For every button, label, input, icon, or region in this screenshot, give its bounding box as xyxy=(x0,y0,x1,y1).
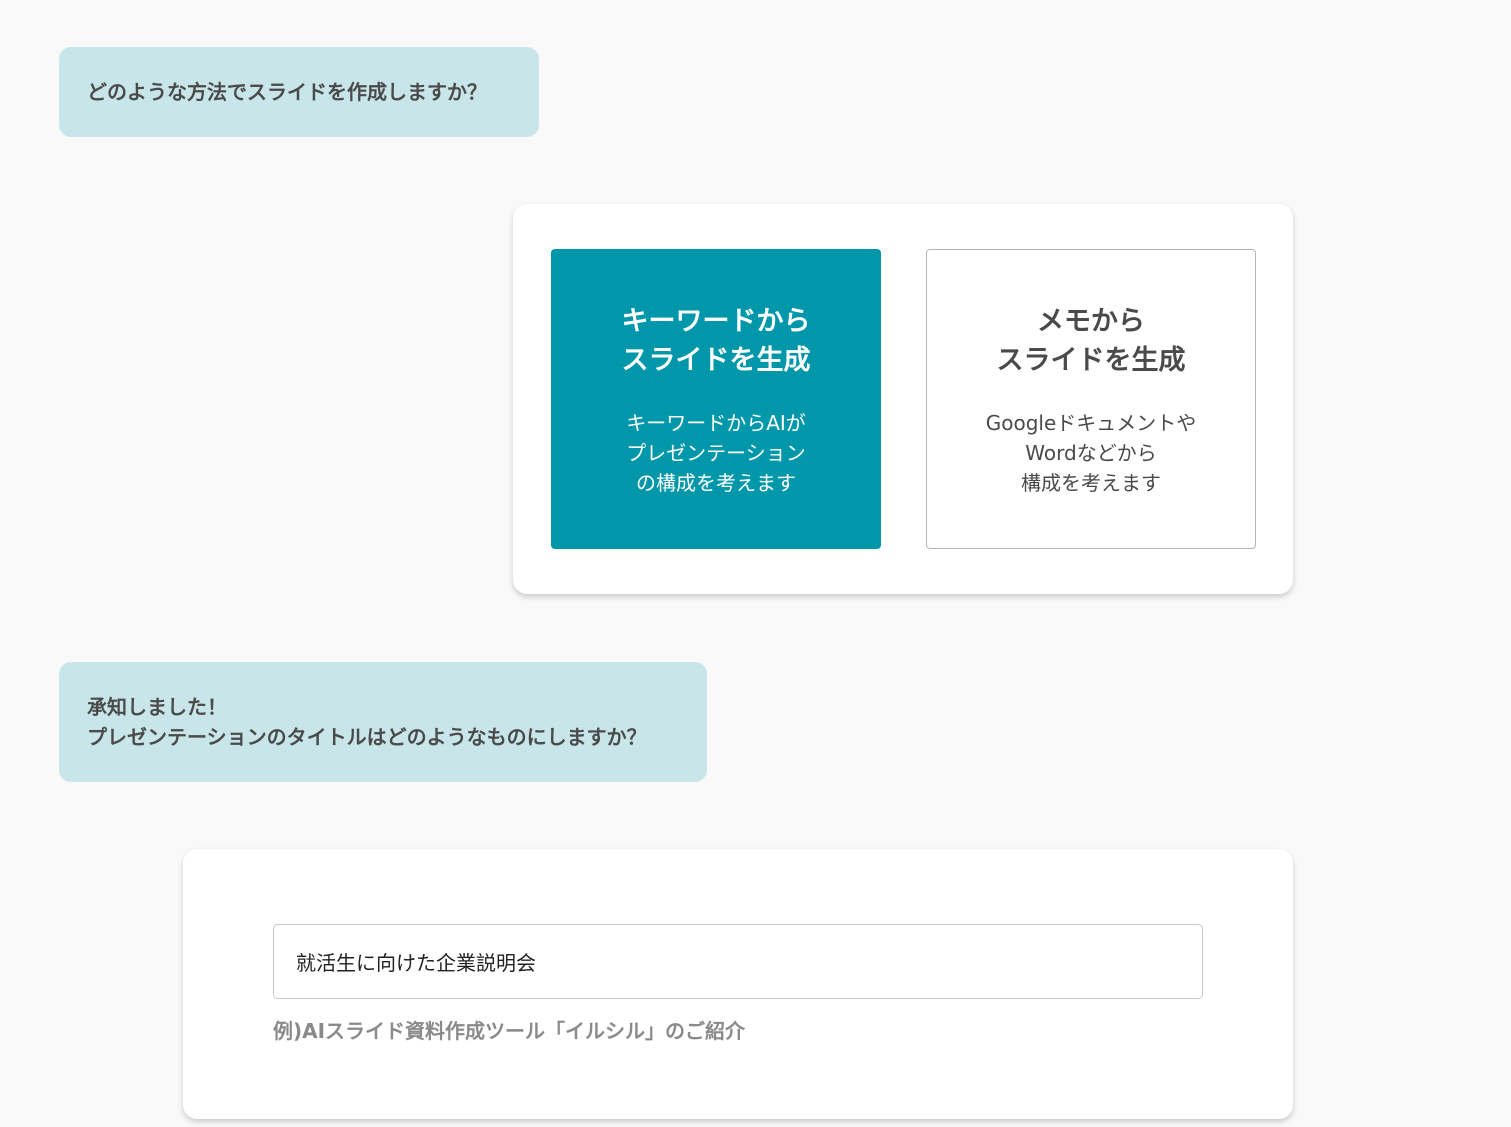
assistant-message-title: 承知しました！ プレゼンテーションのタイトルはどのようなものにしますか？ xyxy=(59,662,707,782)
option-title-line: スライドを生成 xyxy=(996,345,1186,376)
option-title-line: スライドを生成 xyxy=(621,345,811,376)
title-example-hint: 例)AIスライド資料作成ツール「イルシル」のご紹介 xyxy=(273,1019,746,1043)
option-description: Googleドキュメントや Wordなどから 構成を考えます xyxy=(927,408,1255,498)
option-title: キーワードから スライドを生成 xyxy=(552,302,880,380)
option-desc-line: プレゼンテーション xyxy=(626,441,806,465)
assistant-message-method: どのような方法でスライドを作成しますか？ xyxy=(59,47,539,137)
title-input-card: 例)AIスライド資料作成ツール「イルシル」のご紹介 xyxy=(183,849,1293,1119)
message-text: どのような方法でスライドを作成しますか？ xyxy=(87,80,487,104)
option-description: キーワードからAIが プレゼンテーション の構成を考えます xyxy=(552,408,880,498)
option-desc-line: Wordなどから xyxy=(1025,441,1157,465)
option-desc-line: キーワードからAIが xyxy=(626,411,806,435)
keyword-generate-option[interactable]: キーワードから スライドを生成 キーワードからAIが プレゼンテーション の構成… xyxy=(551,249,881,549)
option-title-line: キーワードから xyxy=(621,306,811,337)
option-desc-line: Googleドキュメントや xyxy=(985,411,1197,435)
creation-method-card: キーワードから スライドを生成 キーワードからAIが プレゼンテーション の構成… xyxy=(513,204,1293,594)
option-title-line: メモから xyxy=(1037,306,1145,337)
message-text: プレゼンテーションのタイトルはどのようなものにしますか？ xyxy=(87,725,647,749)
option-desc-line: の構成を考えます xyxy=(636,471,796,495)
memo-generate-option[interactable]: メモから スライドを生成 Googleドキュメントや Wordなどから 構成を考… xyxy=(926,249,1256,549)
presentation-title-input[interactable] xyxy=(273,924,1203,999)
message-text: 承知しました！ xyxy=(87,695,227,719)
option-desc-line: 構成を考えます xyxy=(1021,471,1161,495)
option-title: メモから スライドを生成 xyxy=(927,302,1255,380)
